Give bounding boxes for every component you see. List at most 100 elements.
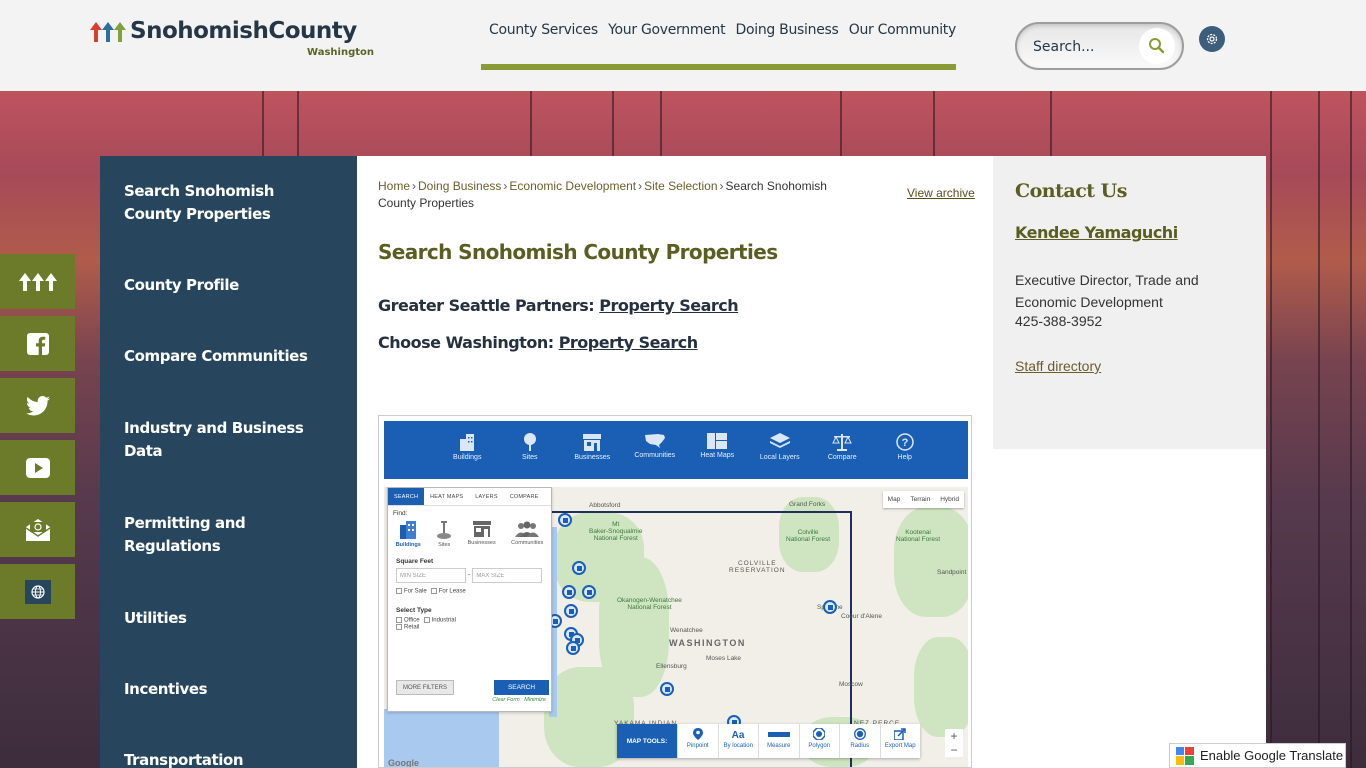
map-toolbar-communities[interactable]: Communities: [624, 421, 687, 479]
nav-our-community[interactable]: Our Community: [849, 22, 957, 38]
map-tool-radius[interactable]: Radius: [839, 724, 880, 758]
panel-tab-heat-maps[interactable]: HEAT MAPS: [424, 488, 469, 505]
panel-category-businesses[interactable]: Businesses: [468, 521, 496, 548]
svg-text:?: ?: [901, 437, 908, 449]
breadcrumb-doing-business[interactable]: Doing Business: [418, 179, 501, 193]
search-button[interactable]: [1139, 28, 1175, 64]
property-pin[interactable]: [660, 682, 674, 696]
language-button[interactable]: [0, 564, 75, 619]
for-sale-checkbox[interactable]: [396, 588, 402, 594]
map-toolbar-help[interactable]: ? Help: [874, 421, 937, 479]
settings-button[interactable]: [1199, 26, 1225, 52]
map-toolbar-businesses[interactable]: Businesses: [561, 421, 624, 479]
county-home-button[interactable]: [0, 254, 75, 309]
youtube-button[interactable]: [0, 440, 75, 495]
contact-name-link[interactable]: Kendee Yamaguchi: [1015, 223, 1178, 242]
map-tool-measure[interactable]: Measure: [758, 724, 799, 758]
more-filters-button[interactable]: MORE FILTERS: [396, 680, 454, 695]
map-tool-label: By location: [723, 743, 753, 749]
nav-your-government[interactable]: Your Government: [608, 22, 725, 38]
map-toolbar-compare[interactable]: Compare: [811, 421, 874, 479]
leftnav-county-profile[interactable]: County Profile: [124, 274, 334, 297]
google-translate-button[interactable]: Enable Google Translate: [1169, 743, 1346, 768]
minimize-link[interactable]: Minimize: [524, 697, 546, 703]
map-toolbar-buildings[interactable]: Buildings: [436, 421, 499, 479]
property-pin[interactable]: [562, 585, 576, 599]
industrial-checkbox[interactable]: [423, 616, 430, 623]
industrial-option[interactable]: Industrial: [423, 616, 456, 623]
nav-doing-business[interactable]: Doing Business: [736, 22, 839, 38]
buildings-icon: [460, 434, 475, 451]
email-button[interactable]: [0, 502, 75, 557]
panel-tab-compare[interactable]: COMPARE: [504, 488, 545, 505]
leftnav-utilities[interactable]: Utilities: [124, 607, 334, 630]
twitter-button[interactable]: [0, 378, 75, 433]
zoom-out-button[interactable]: −: [950, 743, 957, 757]
property-pin[interactable]: [566, 641, 580, 655]
help-icon: ?: [896, 433, 914, 451]
county-logo[interactable]: SnohomishCounty Washington: [90, 18, 380, 62]
map-type-map[interactable]: Map: [883, 491, 906, 508]
breadcrumb-site-selection[interactable]: Site Selection: [644, 179, 717, 193]
leftnav-permitting-regulations[interactable]: Permitting and Regulations: [124, 512, 334, 558]
zoom-in-button[interactable]: +: [950, 729, 957, 743]
view-archive-link[interactable]: View archive: [907, 186, 975, 200]
map-toolbar-label: Sites: [521, 454, 538, 461]
property-pin[interactable]: [582, 585, 596, 599]
map-search-button[interactable]: SEARCH: [494, 680, 549, 695]
map-toolbar-sites[interactable]: Sites: [499, 421, 562, 479]
map-toolbar-heat-maps[interactable]: Heat Maps: [686, 421, 749, 479]
property-pin[interactable]: [572, 561, 586, 575]
map-label-colville-nf: Colville National Forest: [786, 529, 831, 543]
contact-us-widget: Contact Us Kendee Yamaguchi Executive Di…: [993, 156, 1266, 449]
for-lease-checkbox[interactable]: [430, 588, 437, 594]
search-input[interactable]: [1033, 37, 1133, 57]
storefront-icon: [583, 434, 602, 451]
for-sale-option[interactable]: For Sale: [396, 588, 427, 595]
breadcrumb-economic-development[interactable]: Economic Development: [509, 179, 636, 193]
panel-category-buildings[interactable]: Buildings: [396, 521, 421, 548]
panel-category-sites[interactable]: Sites: [436, 521, 452, 548]
leftnav-industry-business-data[interactable]: Industry and Business Data: [124, 417, 334, 463]
choose-washington-property-search-link[interactable]: Property Search: [559, 333, 698, 352]
property-pin[interactable]: [558, 513, 572, 527]
retail-option[interactable]: Retail: [396, 624, 419, 631]
clear-form-link[interactable]: Clear Form: [492, 697, 520, 703]
map-type-terrain[interactable]: Terrain: [905, 491, 935, 508]
property-pin[interactable]: [823, 600, 837, 614]
map-canvas[interactable]: Abbotsford Mt Baker-Snoqualmie National …: [384, 487, 968, 767]
panel-category-communities[interactable]: Communities: [511, 521, 543, 548]
panel-tab-search[interactable]: SEARCH: [388, 488, 425, 505]
staff-directory-link[interactable]: Staff directory: [1015, 358, 1101, 374]
for-lease-label: For Lease: [438, 588, 466, 595]
for-lease-option[interactable]: For Lease: [430, 588, 466, 595]
retail-checkbox[interactable]: [396, 624, 402, 631]
leftnav-compare-communities[interactable]: Compare Communities: [124, 345, 334, 368]
site-search: [1015, 22, 1184, 70]
office-option[interactable]: Office: [396, 616, 420, 623]
leftnav-transportation[interactable]: Transportation: [124, 749, 334, 768]
nav-county-services[interactable]: County Services: [489, 22, 598, 38]
leftnav-search-properties[interactable]: Search Snohomish County Properties: [124, 180, 334, 226]
square-feet-range: -: [396, 568, 551, 583]
panel-tab-layers[interactable]: LAYERS: [469, 488, 504, 505]
map-type-hybrid[interactable]: Hybrid: [935, 491, 964, 508]
map-tool-pinpoint[interactable]: Pinpoint: [677, 724, 718, 758]
map-tool-polygon[interactable]: Polygon: [798, 724, 840, 758]
min-size-input[interactable]: [396, 568, 466, 583]
max-size-input[interactable]: [472, 568, 543, 583]
mast: [660, 91, 662, 161]
contact-role: Executive Director, Trade and Economic D…: [1015, 272, 1199, 310]
map-toolbar-local-layers[interactable]: Local Layers: [749, 421, 812, 479]
office-checkbox[interactable]: [396, 616, 402, 623]
map-label-wenatchee: Wenatchee: [670, 627, 703, 634]
breadcrumb: Home › Doing Business › Economic Development…: [378, 178, 838, 212]
map-tool-export-map[interactable]: Export Map: [879, 724, 921, 758]
facebook-button[interactable]: [0, 316, 75, 371]
breadcrumb-home[interactable]: Home: [378, 179, 410, 193]
property-pin[interactable]: [564, 604, 578, 618]
property-search-map-image[interactable]: Buildings Sites Businesses Communities H…: [378, 415, 972, 768]
leftnav-incentives[interactable]: Incentives: [124, 678, 334, 701]
map-tool-by-location[interactable]: Aa By location: [717, 724, 759, 758]
greater-seattle-property-search-link[interactable]: Property Search: [599, 296, 738, 315]
